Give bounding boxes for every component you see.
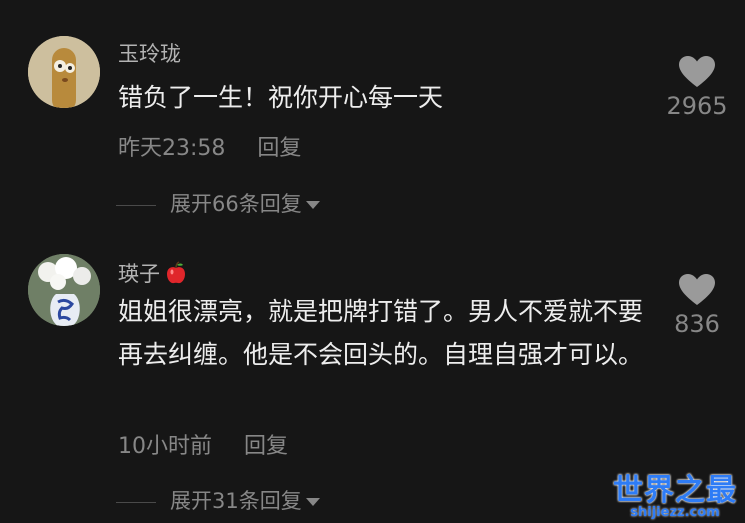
avatar[interactable]	[28, 254, 100, 326]
apple-icon	[164, 261, 188, 285]
expand-replies-button[interactable]: 展开66条回复	[116, 188, 320, 218]
avatar[interactable]	[28, 36, 100, 108]
reply-button[interactable]: 回复	[244, 434, 288, 459]
chevron-down-icon	[305, 201, 320, 209]
comment-username-label: 瑛子	[118, 262, 160, 286]
chevron-down-icon	[305, 498, 320, 506]
comment-text: 错负了一生！祝你开心每一天	[118, 83, 444, 112]
comment-meta: 昨天23:58 回复	[118, 130, 301, 162]
comment-username[interactable]: 玉玲珑	[118, 38, 181, 68]
divider	[116, 204, 156, 206]
like-button[interactable]: 2965	[642, 56, 745, 120]
comment-time: 昨天23:58	[118, 136, 226, 161]
comment-meta: 10小时前 回复	[118, 428, 288, 460]
watermark: 世界之最 shijiezz.com	[613, 473, 737, 520]
cartoon-character-avatar-icon	[28, 36, 100, 108]
heart-icon	[679, 274, 715, 305]
heart-icon	[679, 56, 715, 87]
expand-replies-label: 展开66条回复	[170, 192, 302, 216]
watermark-title: 世界之最	[613, 473, 737, 508]
comment-username[interactable]: 瑛子	[118, 258, 188, 288]
comment-text: 姐姐很漂亮，就是把牌打错了。男人不爱就不要再去纠缠。他是不会回头的。自理自强才可…	[118, 297, 644, 369]
like-count: 2965	[666, 92, 728, 120]
like-button[interactable]: 836	[642, 274, 745, 338]
flower-vase-avatar-icon	[28, 254, 100, 326]
comment-time: 10小时前	[118, 434, 212, 459]
like-count: 836	[674, 310, 720, 338]
expand-replies-button[interactable]: 展开31条回复	[116, 485, 320, 515]
divider	[116, 501, 156, 503]
reply-button[interactable]: 回复	[257, 136, 301, 161]
expand-replies-label: 展开31条回复	[170, 489, 302, 513]
watermark-url: shijiezz.com	[630, 505, 720, 520]
